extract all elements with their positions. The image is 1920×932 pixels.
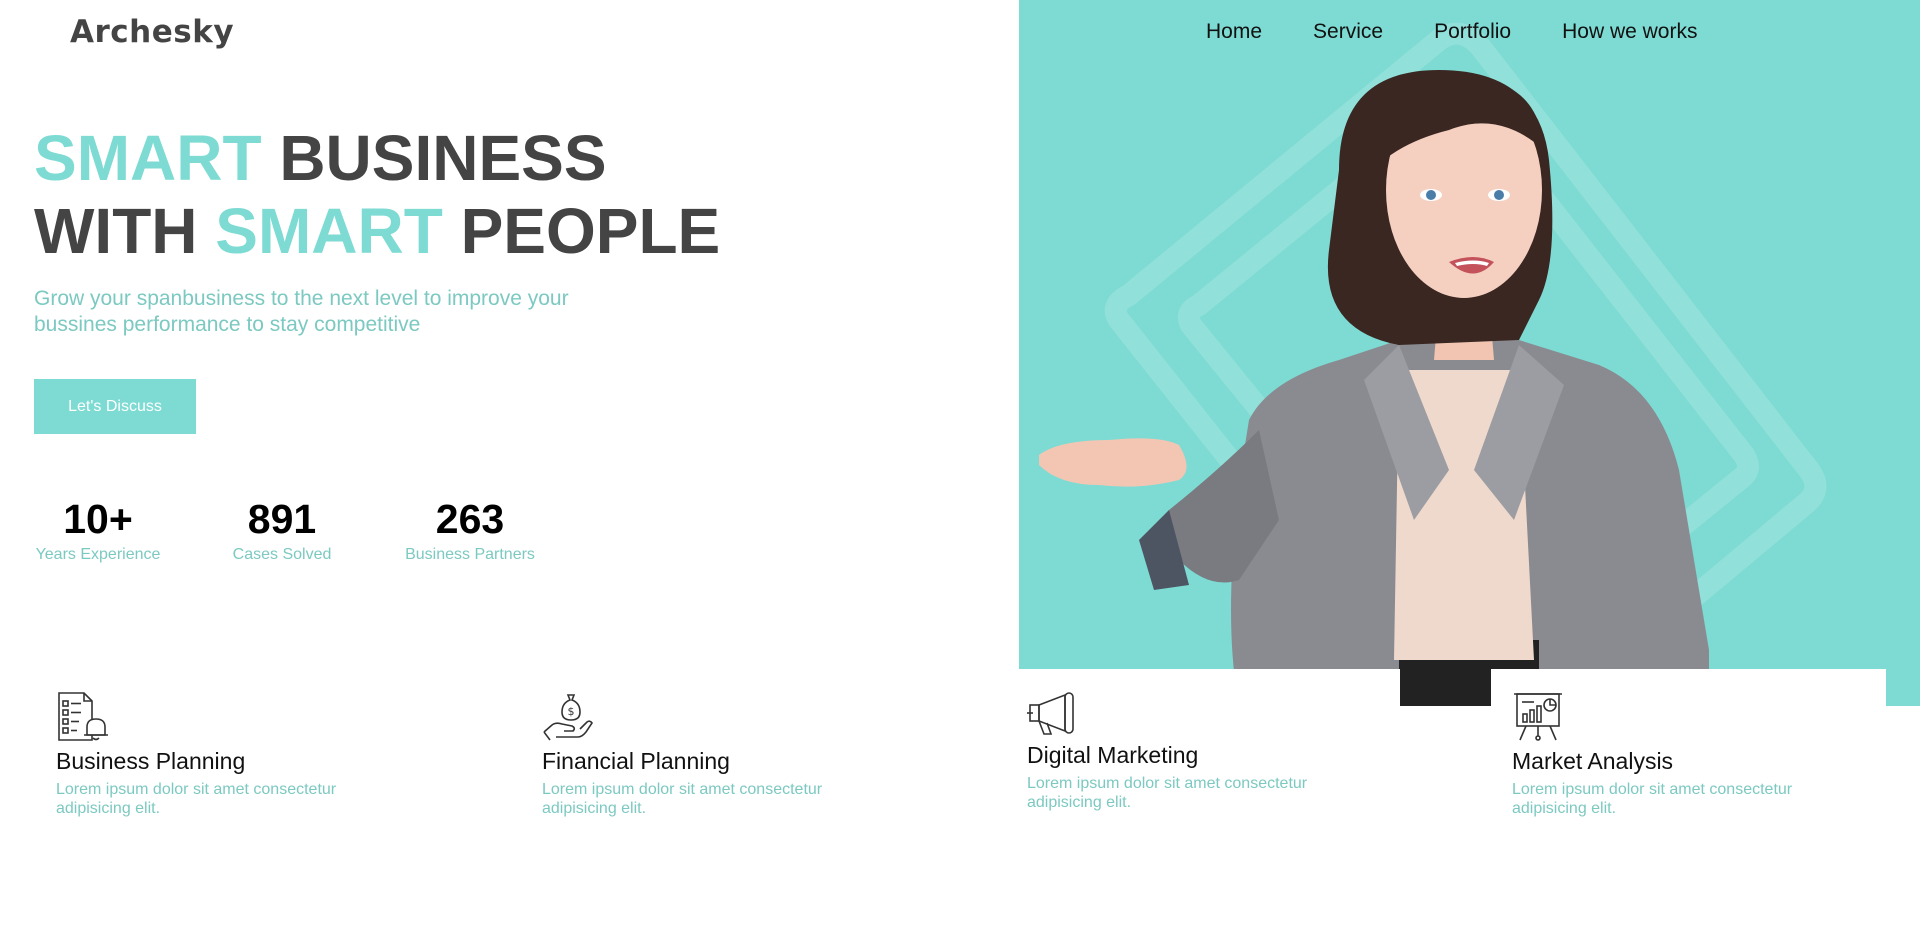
hero-image-panel xyxy=(1019,0,1920,706)
headline-accent-2: SMART xyxy=(215,195,443,267)
checklist-bell-icon xyxy=(58,692,108,741)
service-description: Lorem ipsum dolor sit amet consectetur a… xyxy=(542,781,823,817)
service-card[interactable]: Market Analysis Lorem ipsum dolor sit am… xyxy=(1512,690,1892,818)
stat-value: 891 xyxy=(247,496,317,542)
presentation-board-icon xyxy=(1514,693,1562,741)
stat-value: 10+ xyxy=(63,496,133,542)
headline-text-1: BUSINESS xyxy=(261,122,607,194)
stat-label: Business Partners xyxy=(405,546,535,563)
service-title: Market Analysis xyxy=(1512,748,1674,774)
hero-subtitle: Grow your spanbusiness to the next level… xyxy=(34,287,569,336)
stat-years-experience: 10+ Years Experience xyxy=(34,494,162,564)
stat-value: 263 xyxy=(435,496,505,542)
service-description: Lorem ipsum dolor sit amet consectetur a… xyxy=(1027,775,1308,811)
headline-text-2: WITH xyxy=(34,195,216,267)
stat-label: Years Experience xyxy=(35,546,161,563)
nav-how-we-works[interactable]: How we works xyxy=(1562,20,1697,44)
main-nav: Home Service Portfolio How we works xyxy=(1206,20,1748,44)
service-card[interactable]: Business Planning Lorem ipsum dolor sit … xyxy=(56,690,436,818)
businesswoman-image xyxy=(1039,70,1709,706)
nav-service[interactable]: Service xyxy=(1313,20,1383,44)
nav-home[interactable]: Home xyxy=(1206,20,1262,44)
service-title: Financial Planning xyxy=(542,748,730,774)
hero-headline: SMART BUSINESS WITH SMART PEOPLE xyxy=(34,122,720,268)
headline-text-3: PEOPLE xyxy=(442,195,721,267)
lets-discuss-button[interactable]: Let's Discuss xyxy=(34,379,196,434)
service-description: Lorem ipsum dolor sit amet consectetur a… xyxy=(56,781,337,817)
stat-label: Cases Solved xyxy=(232,546,332,563)
service-title: Business Planning xyxy=(56,748,246,774)
service-title: Digital Marketing xyxy=(1027,742,1199,768)
stat-business-partners: 263 Business Partners xyxy=(402,494,538,564)
service-card[interactable]: Digital Marketing Lorem ipsum dolor sit … xyxy=(1027,690,1407,812)
headline-accent-1: SMART xyxy=(34,122,262,194)
svg-text:$: $ xyxy=(568,705,575,718)
service-card[interactable]: $ Financial Planning Lorem ipsum dolor s… xyxy=(542,690,922,818)
stat-cases-solved: 891 Cases Solved xyxy=(226,494,338,564)
nav-portfolio[interactable]: Portfolio xyxy=(1434,20,1511,44)
money-bag-hand-icon: $ xyxy=(543,694,593,741)
brand-logo[interactable]: Archesky xyxy=(70,14,234,50)
service-description: Lorem ipsum dolor sit amet consectetur a… xyxy=(1512,781,1793,817)
megaphone-icon xyxy=(1027,692,1074,735)
